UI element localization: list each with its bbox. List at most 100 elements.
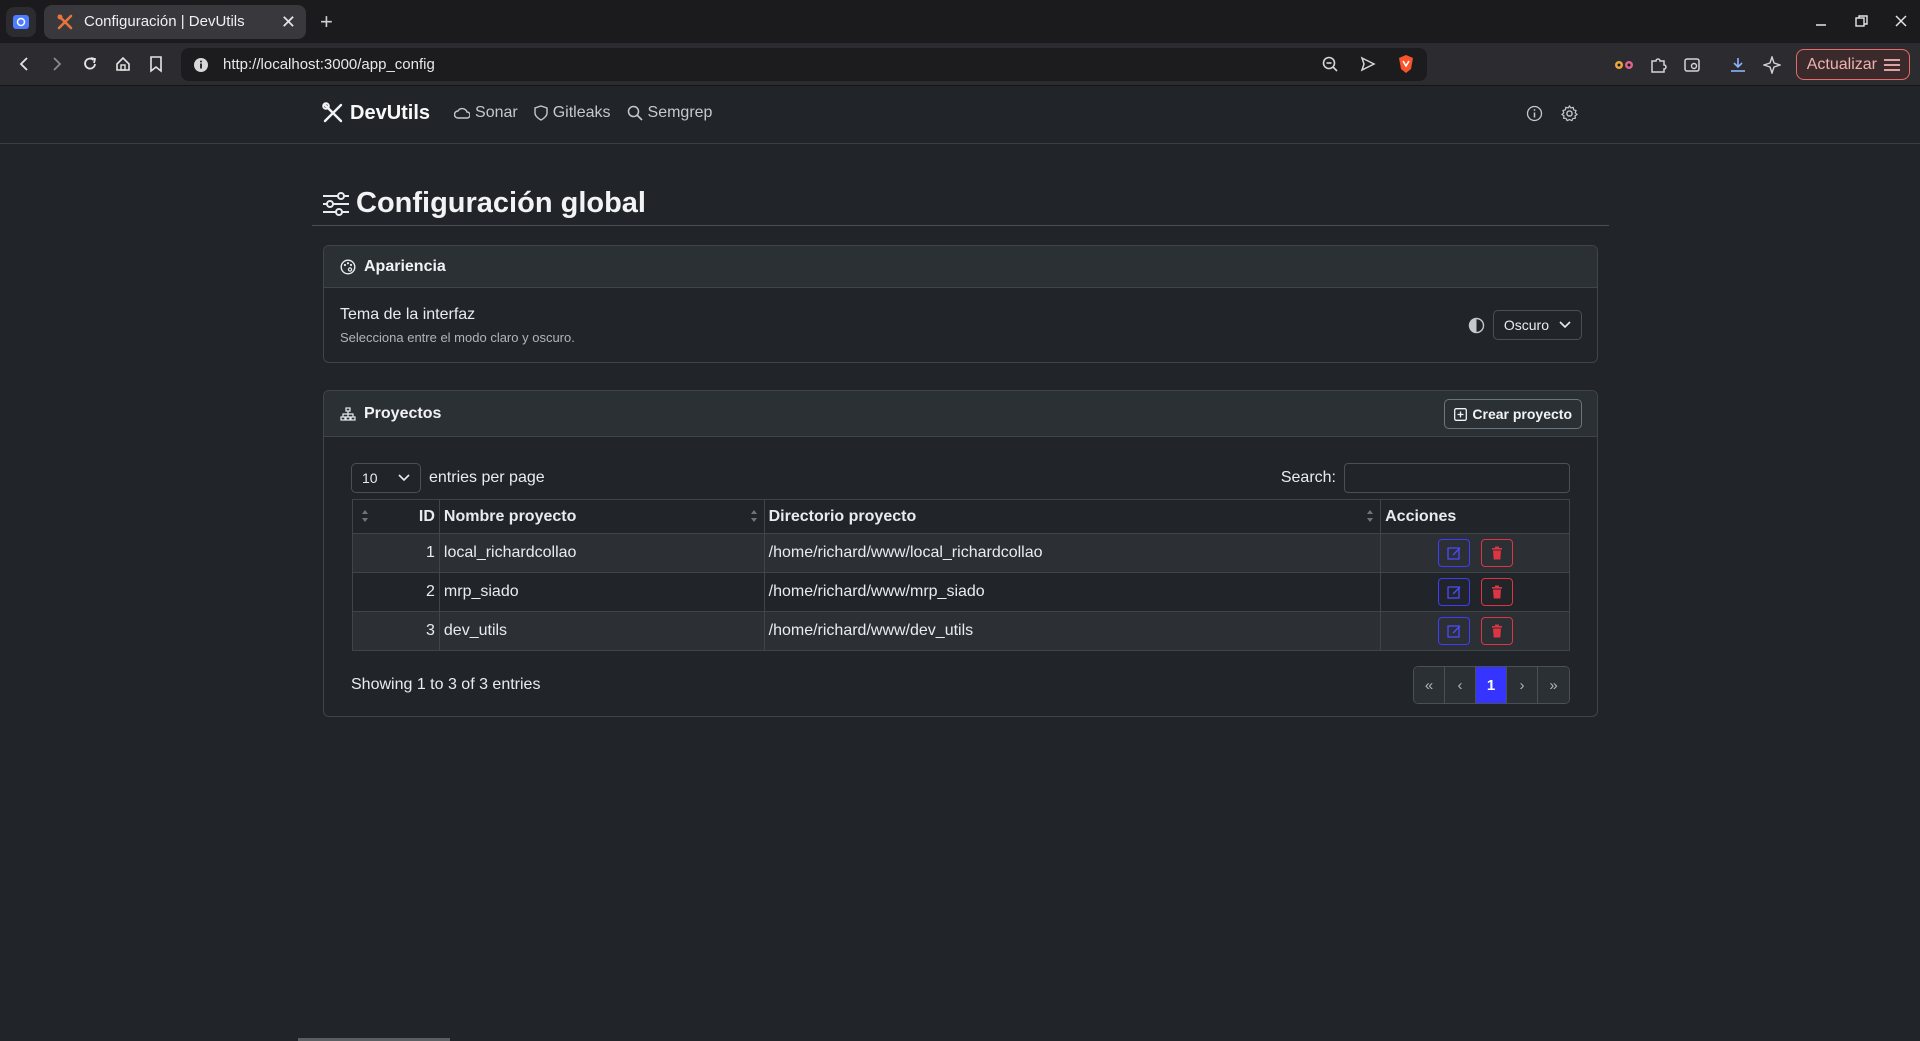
brand-name[interactable]: DevUtils <box>350 102 430 125</box>
appearance-card-header: Apariencia <box>324 246 1597 288</box>
chevron-down-icon <box>398 474 410 482</box>
search-input[interactable] <box>1344 463 1570 493</box>
download-icon[interactable] <box>1728 55 1748 75</box>
cell-dir: /home/richard/www/local_richardcollao <box>763 533 1382 573</box>
projects-card-header: Proyectos Crear proyecto <box>324 391 1597 437</box>
new-tab-icon[interactable]: + <box>320 10 333 33</box>
edit-icon <box>1446 585 1461 599</box>
cell-id: 1 <box>352 533 440 573</box>
cell-actions <box>1380 533 1570 573</box>
bookmark-icon[interactable] <box>140 48 172 80</box>
entries-label: entries per page <box>429 469 545 486</box>
vpn-extension-icon[interactable] <box>1614 55 1634 75</box>
extensions-area: Actualizar <box>1614 49 1910 80</box>
edit-icon <box>1446 624 1461 638</box>
table-row: 3 dev_utils /home/richard/www/dev_utils <box>352 611 1570 651</box>
column-label: ID <box>418 507 435 525</box>
nav-label: Sonar <box>475 104 518 121</box>
edit-button[interactable] <box>1437 539 1470 567</box>
sort-icon <box>750 509 758 523</box>
column-label: Nombre proyecto <box>443 507 577 525</box>
shield-icon <box>534 105 548 121</box>
column-header-nombre[interactable]: Nombre proyecto <box>438 499 765 534</box>
entries-value: 10 <box>362 470 378 486</box>
pagination-first[interactable]: « <box>1414 667 1445 703</box>
edit-button[interactable] <box>1437 617 1470 645</box>
nav-link-gitleaks[interactable]: Gitleaks <box>534 104 611 122</box>
theme-label: Tema de la interfaz <box>340 306 476 323</box>
create-project-button[interactable]: Crear proyecto <box>1444 399 1582 429</box>
trash-icon <box>1491 546 1503 560</box>
projects-table: ID Nombre proyecto Directorio proyecto A… <box>352 499 1570 651</box>
reload-icon[interactable] <box>74 48 106 80</box>
table-row: 2 mrp_siado /home/richard/www/mrp_siado <box>352 572 1570 612</box>
tools-logo-icon[interactable] <box>322 102 344 124</box>
window-controls <box>1812 8 1910 34</box>
wallet-icon[interactable] <box>1682 55 1702 75</box>
table-info: Showing 1 to 3 of 3 entries <box>351 676 541 693</box>
nav-label: Gitleaks <box>552 104 611 121</box>
theme-control: Oscuro <box>1468 310 1582 340</box>
nav-link-sonar[interactable]: Sonar <box>454 104 518 122</box>
gear-icon[interactable] <box>1561 105 1578 122</box>
column-header-acciones: Acciones <box>1380 499 1570 534</box>
delete-button[interactable] <box>1480 617 1513 645</box>
browser-tab[interactable]: Configuración | DevUtils ✕ <box>44 4 306 39</box>
pagination-page-1[interactable]: 1 <box>1476 667 1507 703</box>
puzzle-icon[interactable] <box>1648 55 1668 75</box>
navbar-right <box>1526 105 1578 122</box>
close-tab-icon[interactable]: ✕ <box>281 13 296 31</box>
delete-button[interactable] <box>1480 539 1513 567</box>
pagination-last[interactable]: » <box>1538 667 1569 703</box>
cell-dir: /home/richard/www/dev_utils <box>763 611 1382 651</box>
navbar-left: DevUtils Sonar Gitleaks Semgrep <box>322 100 728 126</box>
delete-button[interactable] <box>1480 578 1513 606</box>
info-icon[interactable] <box>1526 105 1543 122</box>
cell-id: 3 <box>352 611 440 651</box>
chevron-down-icon <box>1559 321 1571 329</box>
nav-link-semgrep[interactable]: Semgrep <box>627 104 712 122</box>
address-bar-actions <box>1321 54 1415 74</box>
app-navbar: DevUtils Sonar Gitleaks Semgrep <box>0 86 1920 144</box>
browser-tab-bar: Configuración | DevUtils ✕ + <box>0 0 1920 43</box>
browser-menu-icon[interactable] <box>6 6 36 37</box>
tab-title: Configuración | DevUtils <box>84 13 245 30</box>
home-icon[interactable] <box>107 48 139 80</box>
plus-square-icon <box>1454 407 1468 421</box>
cell-name: local_richardcollao <box>438 533 765 573</box>
projects-title: Proyectos <box>364 404 442 422</box>
sort-icon <box>361 509 369 523</box>
cell-id: 2 <box>352 572 440 612</box>
search-control: Search: <box>1281 463 1570 493</box>
send-icon[interactable] <box>1359 55 1377 73</box>
table-header-row: ID Nombre proyecto Directorio proyecto A… <box>352 499 1570 534</box>
leo-ai-icon[interactable] <box>1762 55 1782 75</box>
restore-icon[interactable] <box>1852 8 1870 34</box>
close-window-icon[interactable] <box>1892 8 1910 34</box>
cell-name: dev_utils <box>438 611 765 651</box>
forward-icon[interactable] <box>41 48 73 80</box>
address-bar[interactable]: http://localhost:3000/app_config <box>181 48 1427 81</box>
back-icon[interactable] <box>8 48 40 80</box>
cell-actions <box>1380 611 1570 651</box>
theme-setting-row: Tema de la interfaz Selecciona entre el … <box>324 288 1597 363</box>
column-label: Directorio proyecto <box>768 507 917 525</box>
appearance-title: Apariencia <box>364 257 446 275</box>
update-button[interactable]: Actualizar <box>1795 49 1910 80</box>
site-info-icon[interactable] <box>193 57 209 73</box>
sitemap-icon <box>340 406 356 421</box>
column-header-id[interactable]: ID <box>352 499 440 534</box>
minimize-icon[interactable] <box>1812 8 1830 34</box>
brave-shield-icon[interactable] <box>1397 54 1415 74</box>
edit-button[interactable] <box>1437 578 1470 606</box>
theme-select[interactable]: Oscuro <box>1492 310 1582 340</box>
pagination: « ‹ 1 › » <box>1413 666 1570 704</box>
pagination-next[interactable]: › <box>1507 667 1538 703</box>
edit-icon <box>1446 546 1461 560</box>
contrast-icon <box>1468 317 1485 334</box>
pagination-previous[interactable]: ‹ <box>1445 667 1476 703</box>
entries-per-page-select[interactable]: 10 <box>351 463 421 493</box>
zoom-out-icon[interactable] <box>1321 55 1339 73</box>
create-project-label: Crear proyecto <box>1472 406 1572 422</box>
column-header-directorio[interactable]: Directorio proyecto <box>763 499 1382 534</box>
